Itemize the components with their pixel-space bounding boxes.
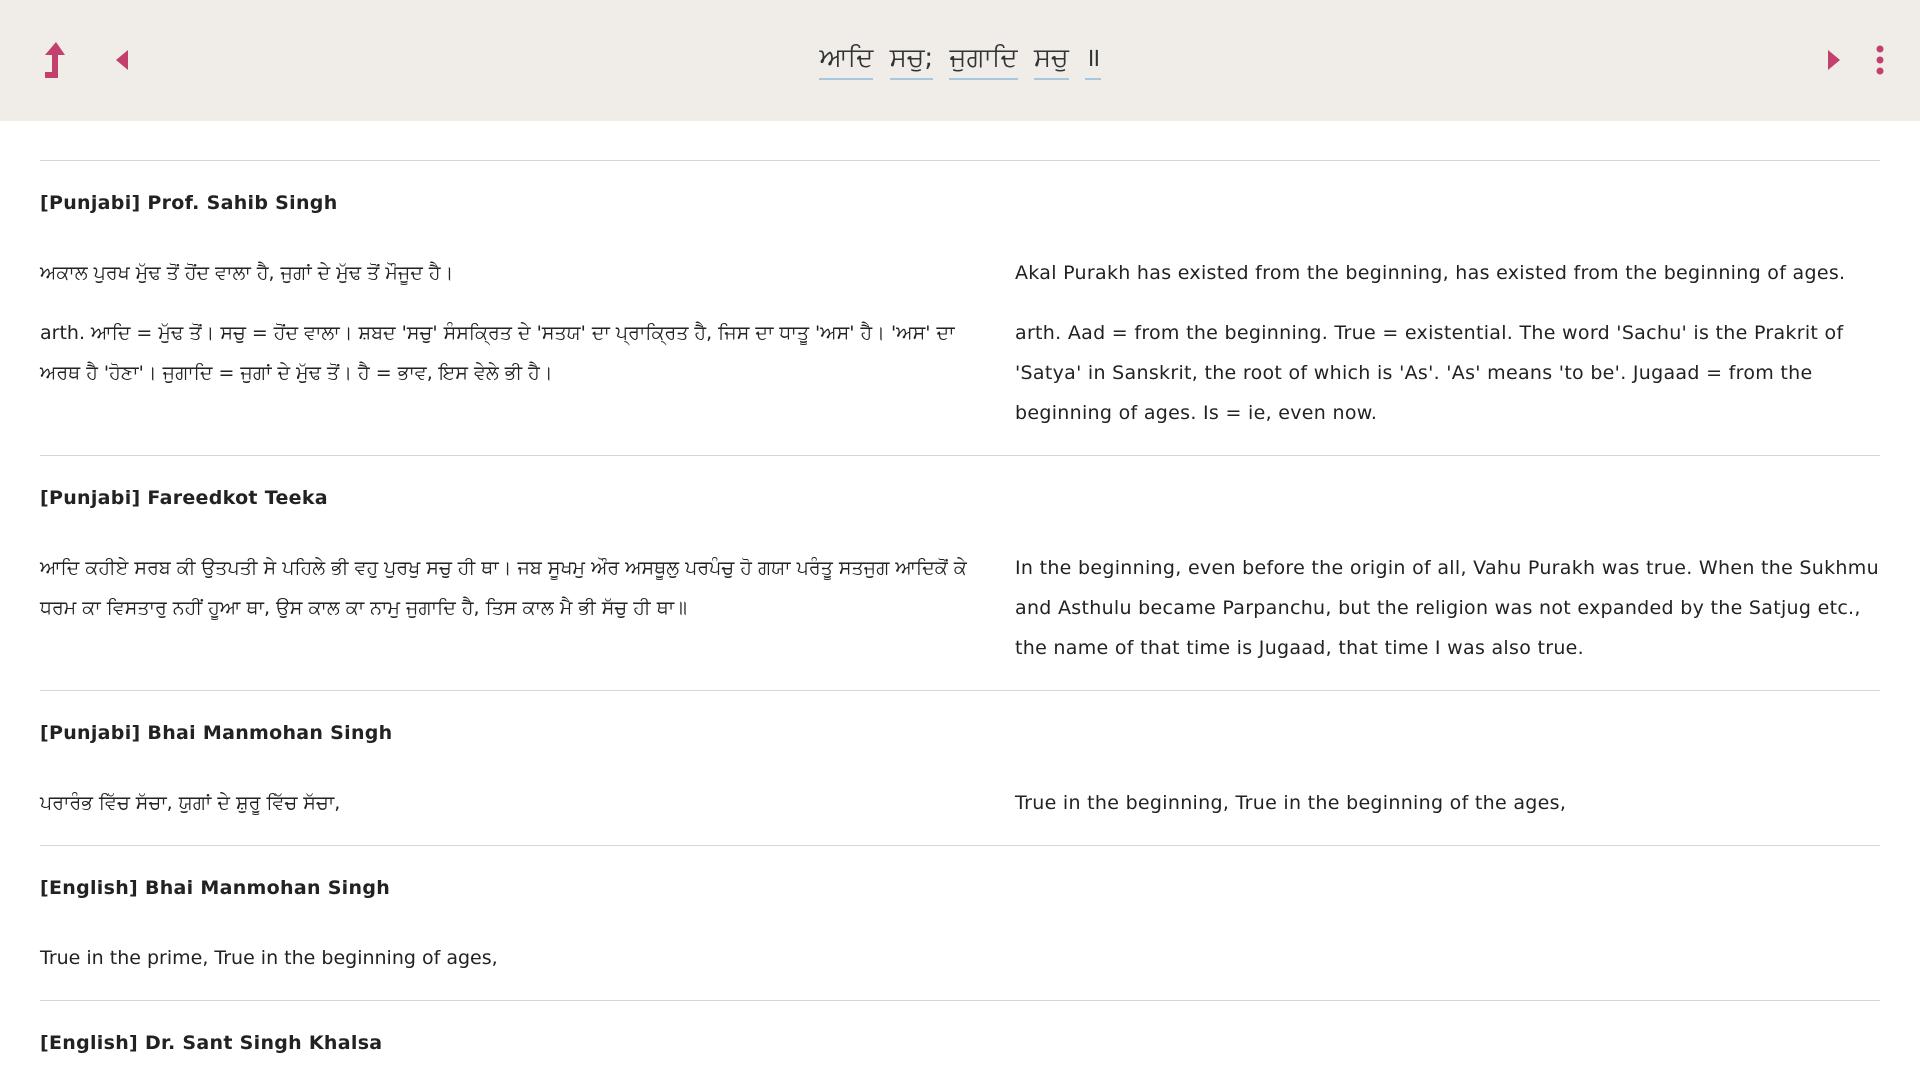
title-word[interactable]: ॥ xyxy=(1084,38,1101,80)
english-text: arth. Aad = from the beginning. True = e… xyxy=(1015,322,1844,424)
translation-row: arth. ਆਦਿ = ਮੁੱਢ ਤੋਂ। ਸਚੁ = ਹੋਂਦ ਵਾਲਾ। ਸ… xyxy=(40,313,1880,433)
translation-row: ਆਦਿ ਕਹੀਏ ਸਰਬ ਕੀ ਉਤਪਤੀ ਸੇ ਪਹਿਲੇ ਭੀ ਵਹੁ ਪੁ… xyxy=(40,548,1880,668)
translation-section: [English] Bhai Manmohan Singh True in th… xyxy=(40,845,1880,1000)
translation-row: ਪਰਾਰੰਭ ਵਿੱਚ ਸੱਚਾ, ਯੁਗਾਂ ਦੇ ਸ਼ੁਰੂ ਵਿੱਚ ਸੱ… xyxy=(40,783,1880,823)
title-word[interactable]: ਸਚੁ xyxy=(1033,43,1069,80)
translation-row: ਅਕਾਲ ਪੁਰਖ ਮੁੱਢ ਤੋਂ ਹੋਂਦ ਵਾਲਾ ਹੈ, ਜੁਗਾਂ ਦ… xyxy=(40,253,1880,293)
translation-row: True in the prime, True in the beginning… xyxy=(40,938,1880,978)
english-text: True in the beginning, True in the begin… xyxy=(1015,792,1567,814)
translation-section: [Punjabi] Bhai Manmohan Singh ਪਰਾਰੰਭ ਵਿੱ… xyxy=(40,690,1880,845)
punjabi-text: ਪਰਾਰੰਭ ਵਿੱਚ ਸੱਚਾ, ਯੁਗਾਂ ਦੇ ਸ਼ੁਰੂ ਵਿੱਚ ਸੱ… xyxy=(40,792,341,814)
english-text: Akal Purakh has existed from the beginni… xyxy=(1015,262,1846,284)
translation-section: [Punjabi] Fareedkot Teeka ਆਦਿ ਕਹੀਏ ਸਰਬ ਕ… xyxy=(40,455,1880,690)
page-title: ਆਦਿ ਸਚੁ; ਜੁਗਾਦਿ ਸਚੁ ॥ xyxy=(0,38,1920,80)
punjabi-text: ਅਕਾਲ ਪੁਰਖ ਮੁੱਢ ਤੋਂ ਹੋਂਦ ਵਾਲਾ ਹੈ, ਜੁਗਾਂ ਦ… xyxy=(40,262,454,284)
punjabi-text: ਆਦਿ ਕਹੀਏ ਸਰਬ ਕੀ ਉਤਪਤੀ ਸੇ ਪਹਿਲੇ ਭੀ ਵਹੁ ਪੁ… xyxy=(40,557,967,619)
top-header: ਆਦਿ ਸਚੁ; ਜੁਗਾਦਿ ਸਚੁ ॥ xyxy=(0,0,1920,121)
translation-source-title: [Punjabi] Fareedkot Teeka xyxy=(40,487,328,509)
punjabi-text: arth. ਆਦਿ = ਮੁੱਢ ਤੋਂ। ਸਚੁ = ਹੋਂਦ ਵਾਲਾ। ਸ… xyxy=(40,322,955,384)
more-vertical-icon[interactable] xyxy=(1868,40,1892,80)
translation-section: [English] Dr. Sant Singh Khalsa xyxy=(40,1000,1880,1055)
translations-list: [Punjabi] Prof. Sahib Singh ਅਕਾਲ ਪੁਰਖ ਮੁ… xyxy=(40,160,1880,1055)
title-word[interactable]: ਆਦਿ xyxy=(819,43,874,80)
english-text: In the beginning, even before the origin… xyxy=(1015,557,1879,659)
title-word[interactable]: ਸਚੁ; xyxy=(889,43,934,80)
english-text xyxy=(1015,938,1880,978)
english-text: True in the prime, True in the beginning… xyxy=(40,947,498,969)
next-triangle-icon[interactable] xyxy=(1820,44,1848,76)
translation-source-title: [English] Bhai Manmohan Singh xyxy=(40,877,391,899)
translation-source-title: [Punjabi] Prof. Sahib Singh xyxy=(40,192,338,214)
translation-source-title: [English] Dr. Sant Singh Khalsa xyxy=(40,1032,383,1054)
title-word[interactable]: ਜੁਗਾਦਿ xyxy=(949,43,1018,80)
translation-source-title: [Punjabi] Bhai Manmohan Singh xyxy=(40,722,393,744)
translation-section: [Punjabi] Prof. Sahib Singh ਅਕਾਲ ਪੁਰਖ ਮੁ… xyxy=(40,160,1880,455)
